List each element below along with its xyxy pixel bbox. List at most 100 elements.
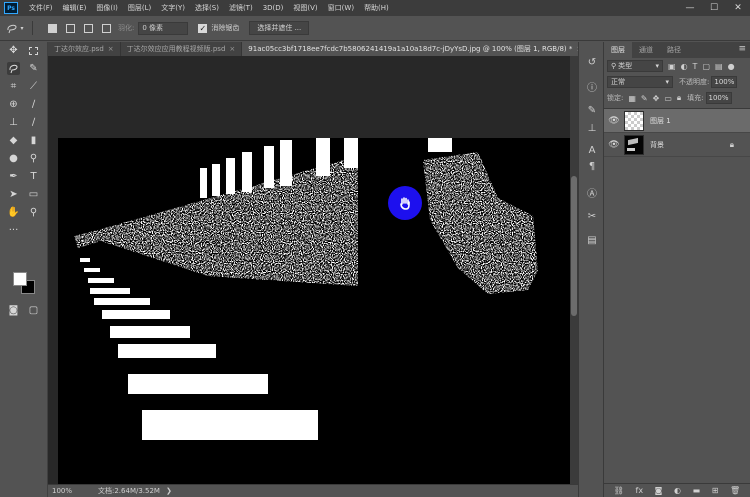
more-tools-icon[interactable]: ···	[7, 224, 20, 237]
eraser-icon[interactable]: ◆	[7, 134, 20, 147]
screen-mode-icon[interactable]: ▢	[27, 304, 40, 317]
clone-source-icon[interactable]: ⊥	[586, 122, 598, 134]
lock-artboard-icon[interactable]: ▭	[664, 94, 672, 103]
move-icon[interactable]: ✥	[7, 44, 20, 57]
brush-settings-icon[interactable]: ✎	[586, 104, 598, 116]
crop-icon[interactable]: ⌗	[7, 80, 20, 93]
blur-icon[interactable]: ●	[7, 152, 20, 165]
eye-icon[interactable]: 👁︎	[607, 140, 621, 150]
character-icon[interactable]: A	[586, 144, 598, 156]
filter-shape-icon[interactable]: ▢	[702, 62, 710, 71]
zoom-icon[interactable]: ⚲	[27, 206, 40, 219]
close-button[interactable]: ✕	[726, 0, 750, 16]
brush-icon[interactable]: ∕	[27, 98, 40, 111]
tab-close-icon[interactable]: ×	[229, 45, 235, 53]
lock-icon: 🔒︎	[729, 139, 734, 149]
document-canvas[interactable]	[58, 138, 570, 484]
gradient-icon[interactable]: ▮	[27, 134, 40, 147]
type-icon[interactable]: T	[27, 170, 40, 183]
mask-icon[interactable]: ◙	[655, 486, 663, 495]
scrollbar-thumb[interactable]	[571, 176, 577, 316]
minimize-button[interactable]: —	[678, 0, 702, 16]
opacity-field[interactable]: 100%	[711, 76, 738, 88]
link-icon[interactable]: ⛓︎	[614, 486, 624, 495]
rectangle-icon[interactable]: ▭	[27, 188, 40, 201]
dodge-icon[interactable]: ⚲	[27, 152, 40, 165]
group-folder-icon[interactable]: ▬	[693, 486, 701, 495]
history-icon[interactable]: ↺	[586, 56, 598, 68]
trash-icon[interactable]: 🗑︎	[730, 486, 740, 495]
opacity-label: 不透明度:	[679, 78, 710, 86]
menu-layer[interactable]: 图层(L)	[123, 3, 156, 13]
menu-filter[interactable]: 滤镜(T)	[224, 3, 258, 13]
zoom-level[interactable]: 100%	[52, 487, 82, 495]
layer-row[interactable]: 👁︎ 图层 1	[604, 109, 750, 133]
healing-icon[interactable]: ⊕	[7, 98, 20, 111]
styles-icon[interactable]: ▤	[586, 234, 598, 246]
menu-window[interactable]: 窗口(W)	[323, 3, 359, 13]
glyphs-icon[interactable]: Ⓐ	[586, 186, 598, 200]
history-brush-icon[interactable]: ∕	[27, 116, 40, 129]
quick-select-icon[interactable]: ✎	[27, 62, 40, 75]
tab-layers[interactable]: 图层	[604, 42, 632, 58]
eyedropper-icon[interactable]: ⟋	[27, 80, 40, 93]
menu-view[interactable]: 视图(V)	[288, 3, 322, 13]
layer-row[interactable]: 👁︎ 背景 🔒︎	[604, 133, 750, 157]
maximize-button[interactable]: ☐	[702, 0, 726, 16]
antialias-checkbox[interactable]: ✓	[198, 23, 208, 33]
eye-icon[interactable]: 👁︎	[607, 116, 621, 126]
marquee-icon[interactable]	[27, 44, 40, 57]
paragraph-icon[interactable]: ¶	[586, 160, 598, 172]
vertical-scrollbar[interactable]	[570, 56, 578, 484]
filter-type-icon[interactable]: T	[693, 62, 698, 71]
subtract-from-selection-icon[interactable]	[82, 22, 94, 34]
feather-input[interactable]	[138, 21, 189, 35]
adjustment-icon[interactable]: ◐	[674, 486, 681, 495]
menu-select[interactable]: 选择(S)	[190, 3, 224, 13]
quick-mask-icon[interactable]: ◙	[7, 304, 20, 317]
lock-all-icon[interactable]: 🔒︎	[677, 93, 681, 103]
intersect-selection-icon[interactable]	[100, 22, 112, 34]
tab-close-icon[interactable]: ×	[108, 45, 114, 53]
path-select-icon[interactable]: ➤	[7, 188, 20, 201]
blend-mode-dropdown[interactable]: 正常 ▾	[607, 76, 673, 88]
filter-smart-icon[interactable]: ▤	[715, 62, 723, 71]
info-icon[interactable]: ⓘ	[586, 80, 598, 94]
menu-file[interactable]: 文件(F)	[24, 3, 58, 13]
menu-3d[interactable]: 3D(D)	[258, 4, 289, 12]
status-menu-arrow[interactable]: ❯	[166, 487, 172, 495]
menu-image[interactable]: 图像(I)	[91, 3, 123, 13]
pen-icon[interactable]: ✒	[7, 170, 20, 183]
layer-name: 图层 1	[650, 116, 671, 125]
lock-position-icon[interactable]: ✥	[653, 94, 660, 103]
select-and-mask-button[interactable]: 选择并遮住 ...	[249, 21, 310, 35]
lasso-preset-icon[interactable]	[6, 22, 18, 34]
fill-field[interactable]: 100%	[705, 92, 732, 104]
preset-dropdown-icon[interactable]: ▾	[19, 22, 25, 34]
tab-paths[interactable]: 路径	[660, 42, 688, 58]
fx-icon[interactable]: fx	[636, 486, 644, 495]
lasso-icon[interactable]	[7, 62, 20, 75]
lock-image-icon[interactable]: ✎	[641, 94, 648, 103]
add-to-selection-icon[interactable]	[64, 22, 76, 34]
tab-document-1[interactable]: 丁达尔效应.psd ×	[48, 42, 121, 56]
filter-adjustment-icon[interactable]: ◐	[681, 62, 688, 71]
menu-type[interactable]: 文字(Y)	[156, 3, 190, 13]
filter-pixel-icon[interactable]: ▣	[668, 62, 676, 71]
filter-toggle-icon[interactable]: ●	[728, 62, 735, 71]
menu-help[interactable]: 帮助(H)	[359, 3, 394, 13]
new-layer-icon[interactable]: ⊞	[712, 486, 719, 495]
panel-menu-icon[interactable]: ≡	[738, 44, 746, 54]
filter-kind-dropdown[interactable]: ⚲ 类型 ▾	[607, 60, 663, 72]
foreground-color-swatch[interactable]	[13, 272, 27, 286]
tools-icon[interactable]: ✂	[586, 210, 598, 222]
new-selection-icon[interactable]	[46, 22, 58, 34]
tab-document-2[interactable]: 丁达尔效应应用教程视频版.psd ×	[121, 42, 243, 56]
canvas-area[interactable]	[48, 56, 570, 484]
lock-transparent-icon[interactable]: ▦	[628, 94, 636, 103]
menu-edit[interactable]: 编辑(E)	[58, 3, 92, 13]
tab-channels[interactable]: 通道	[632, 42, 660, 58]
hand-icon[interactable]: ✋	[7, 206, 20, 219]
stamp-icon[interactable]: ⊥	[7, 116, 20, 129]
tab-document-3[interactable]: 91ac05cc3bf1718ee7fcdc7b5806241419a1a10a…	[242, 42, 590, 56]
